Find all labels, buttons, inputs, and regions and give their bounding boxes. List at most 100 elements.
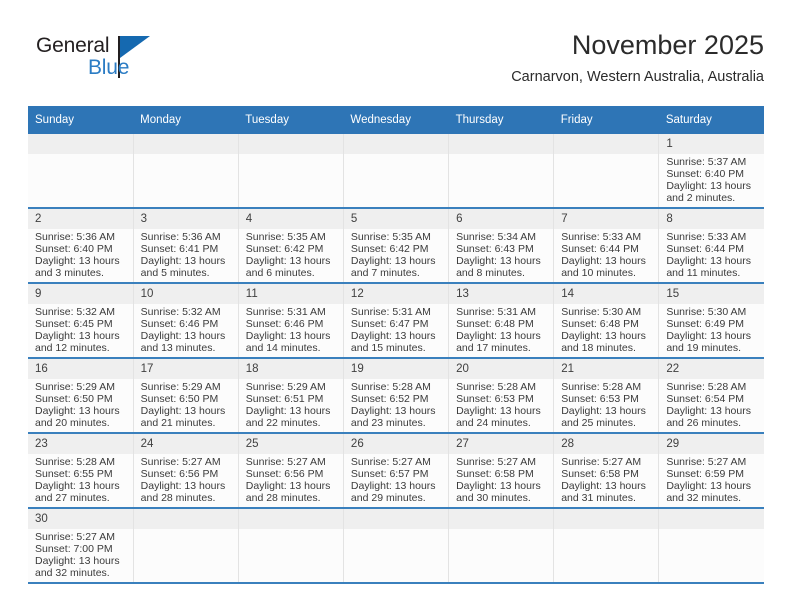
day-number: 1	[659, 134, 764, 154]
calendar-day-cell[interactable]: 1 Sunrise: 5:37 AM Sunset: 6:40 PM Daylight…	[658, 134, 764, 209]
day-number: 6	[449, 209, 554, 229]
daylight-text-line2: and 18 minutes.	[561, 341, 636, 354]
calendar-day-cell[interactable]: 21 Sunrise: 5:28 AM Sunset: 6:53 PM Dayligh…	[553, 358, 660, 434]
weekday-header-saturday: Saturday	[658, 106, 764, 134]
weekday-header-sunday: Sunday	[28, 106, 134, 134]
daylight-text-line1: Daylight: 13 hours	[140, 254, 226, 267]
day-number	[238, 509, 343, 529]
calendar-day-cell[interactable]: 19 Sunrise: 5:28 AM Sunset: 6:52 PM Dayligh…	[343, 358, 450, 434]
daylight-text-line2: and 3 minutes.	[35, 266, 104, 279]
weekday-header-tuesday: Tuesday	[238, 106, 344, 134]
calendar-day-cell[interactable]: 9 Sunrise: 5:32 AM Sunset: 6:45 PM Daylight…	[28, 283, 134, 359]
daylight-text-line2: and 15 minutes.	[350, 341, 426, 354]
day-number: 29	[659, 434, 764, 454]
calendar-day-cell[interactable]: 3 Sunrise: 5:36 AM Sunset: 6:41 PM Daylight…	[133, 208, 239, 284]
calendar-day-cell-empty	[238, 508, 344, 584]
day-number: 23	[28, 434, 133, 454]
day-number: 8	[659, 209, 764, 229]
calendar-week-row: 9 Sunrise: 5:32 AM Sunset: 6:45 PM Daylight…	[28, 283, 764, 359]
calendar-day-cell[interactable]: 20 Sunrise: 5:28 AM Sunset: 6:53 PM Dayligh…	[448, 358, 555, 434]
daylight-text-line1: Daylight: 13 hours	[350, 254, 436, 267]
daylight-text-line2: and 5 minutes.	[140, 266, 210, 279]
day-number: 25	[238, 434, 343, 454]
calendar-week-row: 30 Sunrise: 5:27 AM Sunset: 7:00 PM Dayligh…	[28, 508, 764, 584]
day-number: 13	[449, 284, 554, 304]
daylight-text-line1: Daylight: 13 hours	[561, 254, 646, 267]
daylight-text-line1: Daylight: 13 hours	[35, 404, 120, 417]
daylight-text-line1: Daylight: 13 hours	[140, 404, 226, 417]
calendar-day-cell-empty	[448, 508, 555, 584]
daylight-text-line2: and 10 minutes.	[561, 266, 636, 279]
daylight-text-line1: Daylight: 13 hours	[140, 329, 226, 342]
calendar-day-cell[interactable]: 23 Sunrise: 5:28 AM Sunset: 6:55 PM Dayligh…	[28, 433, 134, 509]
day-sun-info: Sunrise: 5:27 AM Sunset: 6:57 PM Daylight:…	[344, 454, 448, 505]
day-sun-info: Sunrise: 5:31 AM Sunset: 6:47 PM Daylight:…	[344, 304, 448, 355]
calendar-day-cell[interactable]: 25 Sunrise: 5:27 AM Sunset: 6:56 PM Dayligh…	[238, 433, 344, 509]
day-number: 21	[554, 359, 659, 379]
day-sun-info: Sunrise: 5:30 AM Sunset: 6:49 PM Daylight:…	[659, 304, 764, 355]
daylight-text-line2: and 7 minutes.	[350, 266, 420, 279]
day-number: 24	[133, 434, 238, 454]
day-number	[554, 509, 659, 529]
day-sun-info: Sunrise: 5:33 AM Sunset: 6:44 PM Daylight:…	[554, 229, 658, 280]
day-number: 20	[449, 359, 554, 379]
calendar-day-cell[interactable]: 8 Sunrise: 5:33 AM Sunset: 6:44 PM Daylight…	[658, 208, 764, 284]
daylight-text-line1: Daylight: 13 hours	[350, 329, 436, 342]
calendar-day-cell[interactable]: 6 Sunrise: 5:34 AM Sunset: 6:43 PM Daylight…	[448, 208, 555, 284]
calendar-day-cell[interactable]: 27 Sunrise: 5:27 AM Sunset: 6:58 PM Dayligh…	[448, 433, 555, 509]
day-sun-info: Sunrise: 5:27 AM Sunset: 7:00 PM Daylight:…	[28, 529, 133, 580]
day-number	[554, 134, 659, 154]
calendar-day-cell[interactable]: 17 Sunrise: 5:29 AM Sunset: 6:50 PM Dayligh…	[133, 358, 239, 434]
calendar-day-cell[interactable]: 14 Sunrise: 5:30 AM Sunset: 6:48 PM Dayligh…	[553, 283, 660, 359]
daylight-text-line2: and 8 minutes.	[456, 266, 525, 279]
day-number: 14	[554, 284, 659, 304]
calendar-day-cell[interactable]: 13 Sunrise: 5:31 AM Sunset: 6:48 PM Dayligh…	[448, 283, 555, 359]
calendar-day-cell[interactable]: 18 Sunrise: 5:29 AM Sunset: 6:51 PM Dayligh…	[238, 358, 344, 434]
daylight-text-line2: and 22 minutes.	[245, 416, 321, 429]
calendar-day-cell[interactable]: 12 Sunrise: 5:31 AM Sunset: 6:47 PM Dayligh…	[343, 283, 450, 359]
page-title: November 2025	[571, 30, 764, 60]
calendar-day-cell[interactable]: 7 Sunrise: 5:33 AM Sunset: 6:44 PM Daylight…	[553, 208, 660, 284]
daylight-text-line2: and 32 minutes.	[35, 566, 110, 579]
calendar-day-cell-empty	[448, 134, 555, 209]
brand-logo[interactable]: General Blue	[36, 34, 206, 90]
daylight-text-line1: Daylight: 13 hours	[456, 479, 541, 492]
daylight-text-line1: Daylight: 13 hours	[666, 254, 751, 267]
day-sun-info: Sunrise: 5:32 AM Sunset: 6:46 PM Daylight:…	[134, 304, 238, 355]
daylight-text-line2: and 2 minutes.	[666, 191, 736, 204]
day-number: 9	[28, 284, 133, 304]
calendar-day-cell[interactable]: 24 Sunrise: 5:27 AM Sunset: 6:56 PM Dayligh…	[133, 433, 239, 509]
day-number: 10	[133, 284, 238, 304]
weekday-header-wednesday: Wednesday	[343, 106, 449, 134]
day-number	[133, 509, 238, 529]
day-number: 17	[133, 359, 238, 379]
calendar-day-cell[interactable]: 16 Sunrise: 5:29 AM Sunset: 6:50 PM Dayligh…	[28, 358, 134, 434]
day-number	[28, 134, 133, 154]
calendar-day-cell[interactable]: 26 Sunrise: 5:27 AM Sunset: 6:57 PM Dayligh…	[343, 433, 450, 509]
calendar-day-cell[interactable]: 11 Sunrise: 5:31 AM Sunset: 6:46 PM Dayligh…	[238, 283, 344, 359]
brand-name-blue: Blue	[88, 56, 130, 79]
weekday-header-monday: Monday	[133, 106, 239, 134]
day-sun-info: Sunrise: 5:35 AM Sunset: 6:42 PM Daylight:…	[344, 229, 448, 280]
day-sun-info: Sunrise: 5:27 AM Sunset: 6:59 PM Daylight:…	[659, 454, 764, 505]
calendar-day-cell-empty	[553, 134, 660, 209]
calendar-day-cell[interactable]: 2 Sunrise: 5:36 AM Sunset: 6:40 PM Daylight…	[28, 208, 134, 284]
calendar-day-cell[interactable]: 15 Sunrise: 5:30 AM Sunset: 6:49 PM Dayligh…	[658, 283, 764, 359]
day-number: 3	[133, 209, 238, 229]
calendar-table: Sunday Monday Tuesday Wednesday Thursday Frid…	[28, 106, 764, 584]
daylight-text-line1: Daylight: 13 hours	[561, 479, 646, 492]
calendar-day-cell[interactable]: 5 Sunrise: 5:35 AM Sunset: 6:42 PM Daylight…	[343, 208, 450, 284]
calendar-day-cell-empty	[553, 508, 660, 584]
calendar-day-cell[interactable]: 30 Sunrise: 5:27 AM Sunset: 7:00 PM Dayligh…	[28, 508, 134, 584]
calendar-week-row: 2 Sunrise: 5:36 AM Sunset: 6:40 PM Daylight…	[28, 208, 764, 284]
calendar-day-cell[interactable]: 10 Sunrise: 5:32 AM Sunset: 6:46 PM Dayligh…	[133, 283, 239, 359]
daylight-text-line2: and 24 minutes.	[456, 416, 531, 429]
day-number: 30	[28, 509, 133, 529]
calendar-day-cell[interactable]: 29 Sunrise: 5:27 AM Sunset: 6:59 PM Dayligh…	[658, 433, 764, 509]
weekday-header-thursday: Thursday	[448, 106, 554, 134]
calendar-day-cell[interactable]: 28 Sunrise: 5:27 AM Sunset: 6:58 PM Dayligh…	[553, 433, 660, 509]
day-number	[343, 134, 449, 154]
calendar-day-cell[interactable]: 22 Sunrise: 5:28 AM Sunset: 6:54 PM Dayligh…	[658, 358, 764, 434]
calendar-day-cell[interactable]: 4 Sunrise: 5:35 AM Sunset: 6:42 PM Daylight…	[238, 208, 344, 284]
day-number: 4	[238, 209, 343, 229]
